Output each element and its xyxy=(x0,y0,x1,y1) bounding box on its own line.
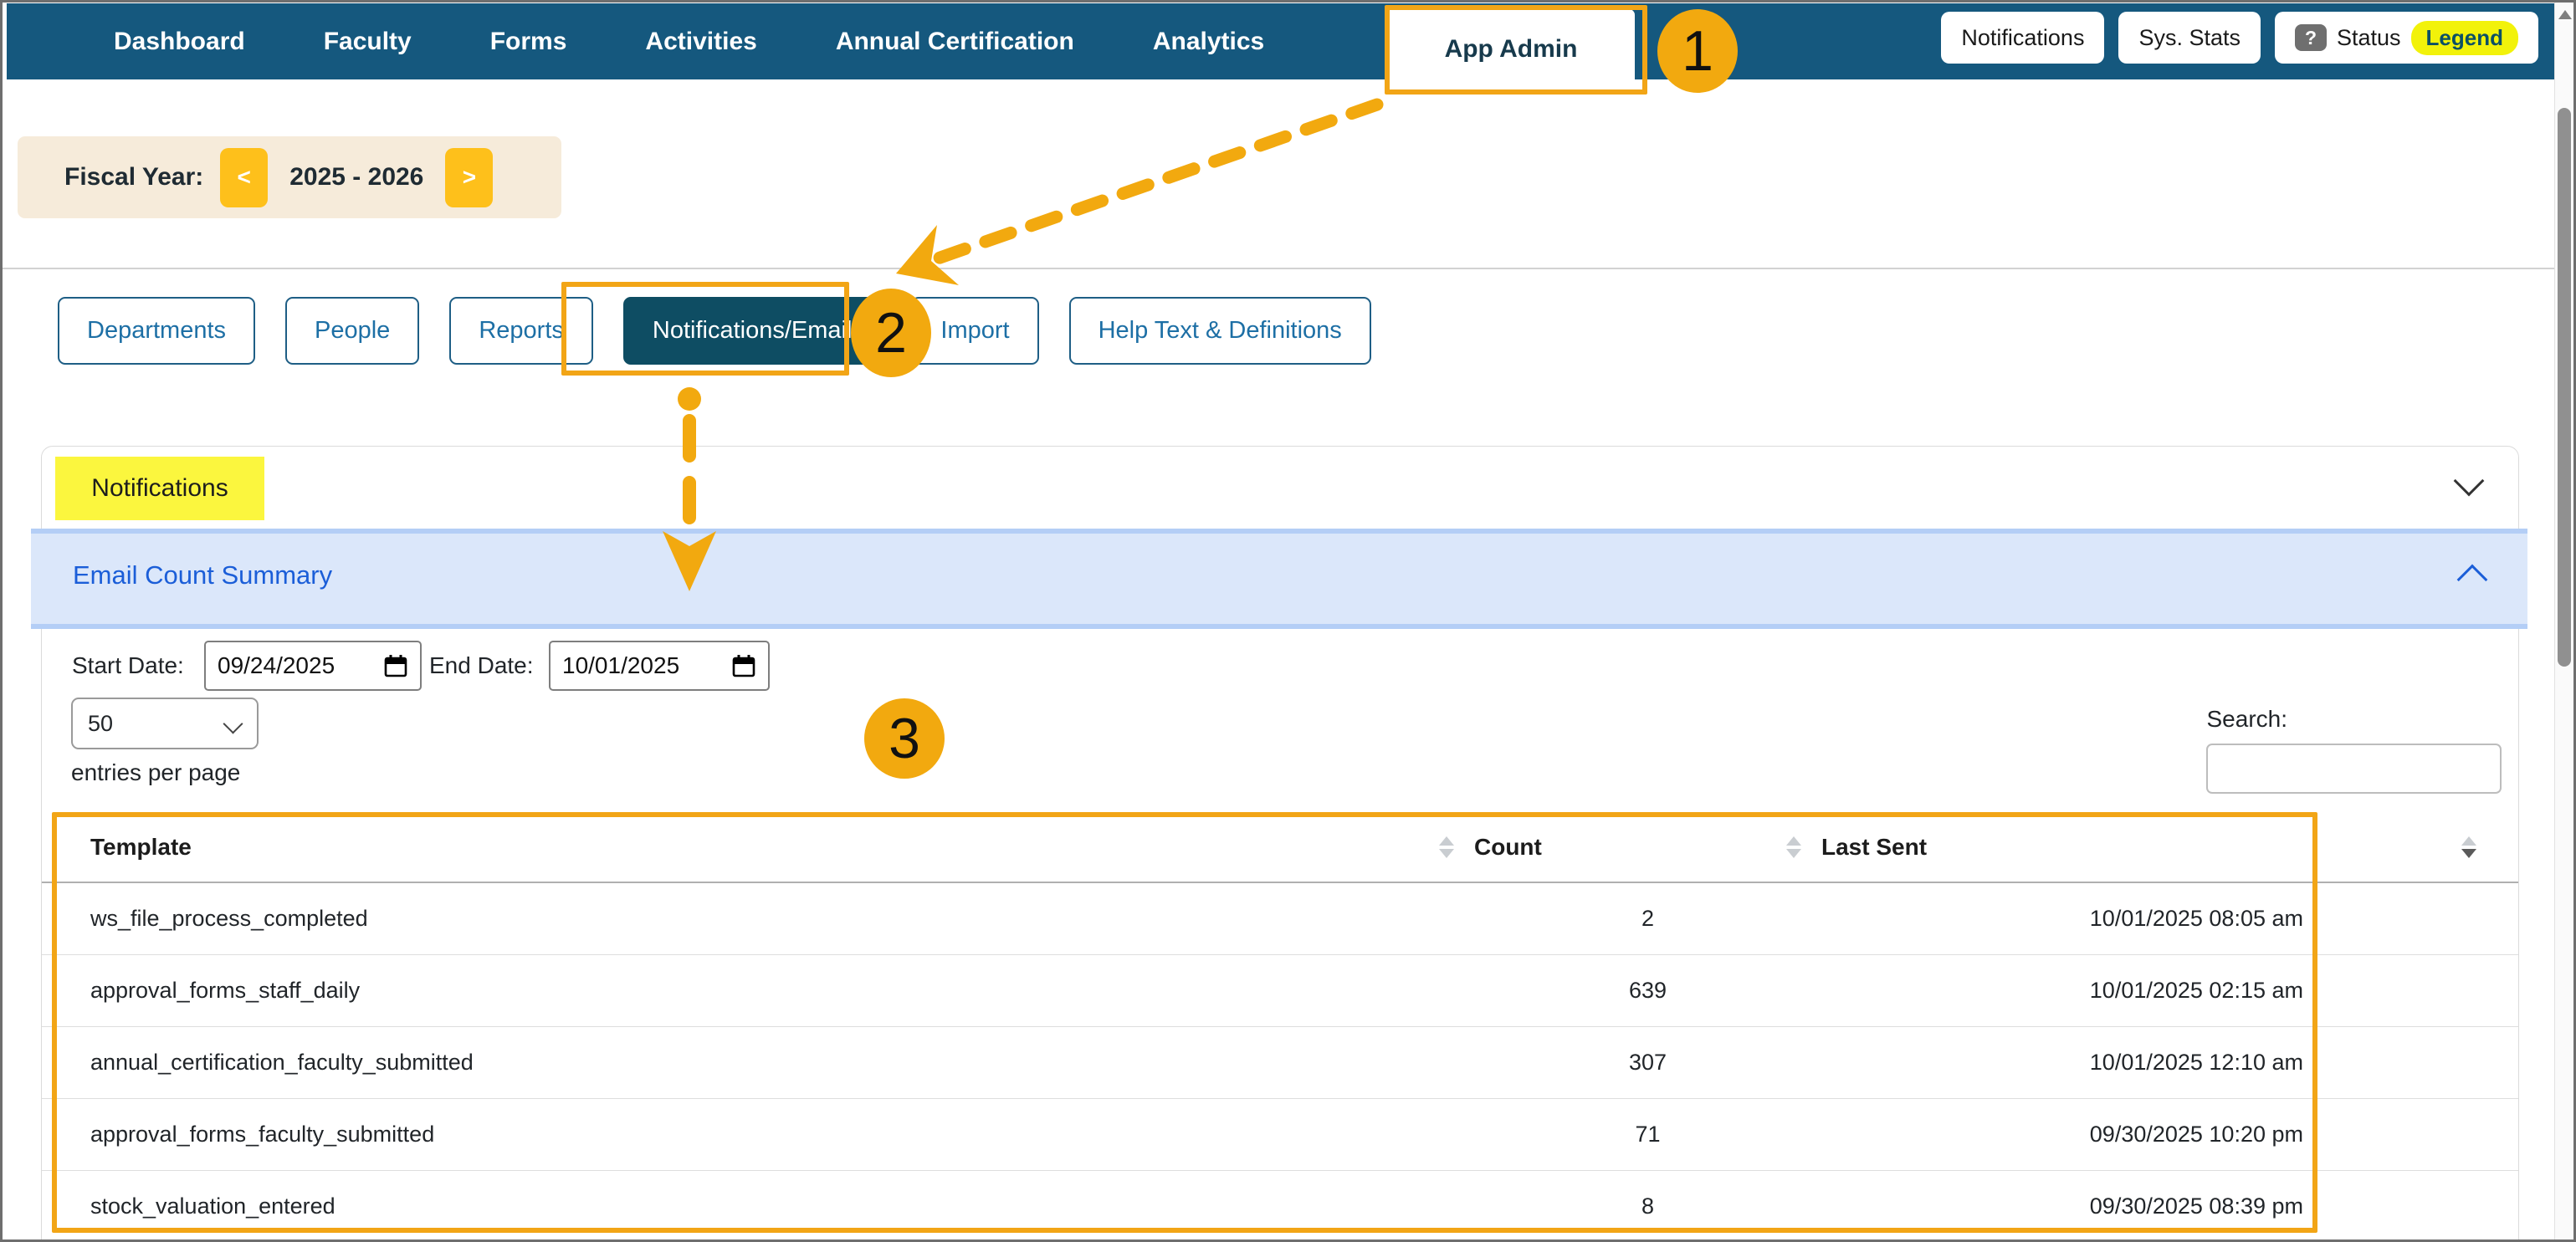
sys-stats-button-label: Sys. Stats xyxy=(2138,25,2241,51)
cell-count: 639 xyxy=(1474,978,1821,1004)
header-cell-trailing xyxy=(2303,836,2518,858)
nav-item-app-admin-active[interactable]: App Admin xyxy=(1387,9,1635,89)
table-row: ws_file_process_completed 2 10/01/2025 0… xyxy=(42,883,2518,955)
nav-links: Dashboard Faculty Forms Activities Annua… xyxy=(114,3,1264,79)
sort-icon-descending-active[interactable] xyxy=(2461,836,2476,858)
nav-item-forms[interactable]: Forms xyxy=(490,28,567,56)
header-cell-last-sent[interactable]: Last Sent xyxy=(1821,834,2303,861)
arrowhead-icon xyxy=(896,225,959,285)
table-row: annual_certification_faculty_submitted 3… xyxy=(42,1027,2518,1099)
search-label: Search: xyxy=(2207,706,2288,733)
cell-template: stock_valuation_entered xyxy=(90,1193,1474,1219)
nav-item-activities[interactable]: Activities xyxy=(645,28,756,56)
fiscal-year-label: Fiscal Year: xyxy=(64,163,203,192)
cell-last-sent: 10/01/2025 08:05 am xyxy=(1821,906,2303,932)
nav-item-dashboard[interactable]: Dashboard xyxy=(114,28,245,56)
start-date-label: Start Date: xyxy=(72,652,184,679)
scroll-up-arrow-icon[interactable] xyxy=(2558,10,2572,19)
page-size-select[interactable]: 50 xyxy=(71,698,259,749)
app-window: Dashboard Faculty Forms Activities Annua… xyxy=(0,0,2576,1242)
cell-count: 8 xyxy=(1474,1193,1821,1219)
nav-utility-buttons: Notifications Sys. Stats ? Status Legend xyxy=(1941,12,2538,64)
cell-template: approval_forms_faculty_submitted xyxy=(90,1122,1474,1147)
fiscal-year-value: 2025 - 2026 xyxy=(289,163,423,192)
tab-notifications-email[interactable]: Notifications/Email xyxy=(623,297,882,365)
cell-template: ws_file_process_completed xyxy=(90,906,1474,932)
header-cell-count[interactable]: Count xyxy=(1474,834,1821,861)
sort-icon[interactable] xyxy=(1786,836,1801,858)
cell-count: 2 xyxy=(1474,906,1821,932)
table-header-row: Template Count Last Sent xyxy=(42,813,2518,883)
start-date-input[interactable] xyxy=(204,641,422,691)
header-last-sent-label: Last Sent xyxy=(1821,834,1927,860)
nav-item-faculty[interactable]: Faculty xyxy=(324,28,412,56)
notifications-accordion-label: Notifications xyxy=(91,474,228,503)
table-row: stock_valuation_entered 8 09/30/2025 08:… xyxy=(42,1171,2518,1242)
nav-item-annual-certification[interactable]: Annual Certification xyxy=(836,28,1074,56)
header-count-label: Count xyxy=(1474,834,1542,861)
fiscal-year-prev-button[interactable]: < xyxy=(220,148,268,207)
search-input[interactable] xyxy=(2206,744,2502,794)
tab-import[interactable]: Import xyxy=(911,297,1038,365)
email-count-summary-accordion-header[interactable]: Email Count Summary xyxy=(31,529,2527,629)
header-cell-template[interactable]: Template xyxy=(90,834,1474,861)
cell-last-sent: 10/01/2025 02:15 am xyxy=(1821,978,2303,1004)
fiscal-year-bar: Fiscal Year: < 2025 - 2026 > xyxy=(18,136,561,218)
notifications-accordion-header[interactable]: Notifications xyxy=(55,457,264,520)
email-count-table: Template Count Last Sent ws_file_process… xyxy=(42,813,2518,1242)
notifications-button-label: Notifications xyxy=(1961,25,2084,51)
chevron-up-icon[interactable] xyxy=(2461,569,2483,595)
chevron-down-icon xyxy=(223,713,243,733)
notifications-button[interactable]: Notifications xyxy=(1941,12,2104,64)
sort-icon[interactable] xyxy=(1439,836,1454,858)
page-size-value: 50 xyxy=(88,711,113,737)
status-button-label: Status xyxy=(2337,25,2401,51)
table-row: approval_forms_faculty_submitted 71 09/3… xyxy=(42,1099,2518,1171)
dashed-arrow-line xyxy=(933,105,1377,260)
vertical-scrollbar[interactable] xyxy=(2554,3,2574,1239)
cell-last-sent: 09/30/2025 10:20 pm xyxy=(1821,1122,2303,1147)
chevron-down-icon[interactable] xyxy=(2458,470,2480,496)
cell-template: annual_certification_faculty_submitted xyxy=(90,1050,1474,1076)
status-button[interactable]: ? Status Legend xyxy=(2275,12,2538,64)
table-row: approval_forms_staff_daily 639 10/01/202… xyxy=(42,955,2518,1027)
cell-last-sent: 10/01/2025 12:10 am xyxy=(1821,1050,2303,1076)
cell-count: 307 xyxy=(1474,1050,1821,1076)
legend-badge[interactable]: Legend xyxy=(2411,21,2518,55)
email-count-summary-label: Email Count Summary xyxy=(73,560,332,590)
sys-stats-button[interactable]: Sys. Stats xyxy=(2118,12,2261,64)
fiscal-year-next-button[interactable]: > xyxy=(445,148,493,207)
cell-template: approval_forms_staff_daily xyxy=(90,978,1474,1004)
tab-departments[interactable]: Departments xyxy=(58,297,255,365)
entries-per-page-label: entries per page xyxy=(71,759,240,786)
cell-count: 71 xyxy=(1474,1122,1821,1147)
nav-item-analytics[interactable]: Analytics xyxy=(1153,28,1264,56)
end-date-label: End Date: xyxy=(429,652,534,679)
tab-help-text-definitions[interactable]: Help Text & Definitions xyxy=(1069,297,1371,365)
cell-last-sent: 09/30/2025 08:39 pm xyxy=(1821,1193,2303,1219)
scrollbar-thumb[interactable] xyxy=(2558,108,2571,667)
tab-reports[interactable]: Reports xyxy=(449,297,593,365)
header-template-label: Template xyxy=(90,834,192,861)
help-question-icon: ? xyxy=(2295,24,2327,51)
end-date-input[interactable] xyxy=(549,641,770,691)
admin-tab-bar: Departments People Reports Notifications… xyxy=(58,297,1371,365)
section-divider xyxy=(3,268,2554,269)
arrow-start-dot xyxy=(678,387,701,411)
tab-people[interactable]: People xyxy=(285,297,419,365)
